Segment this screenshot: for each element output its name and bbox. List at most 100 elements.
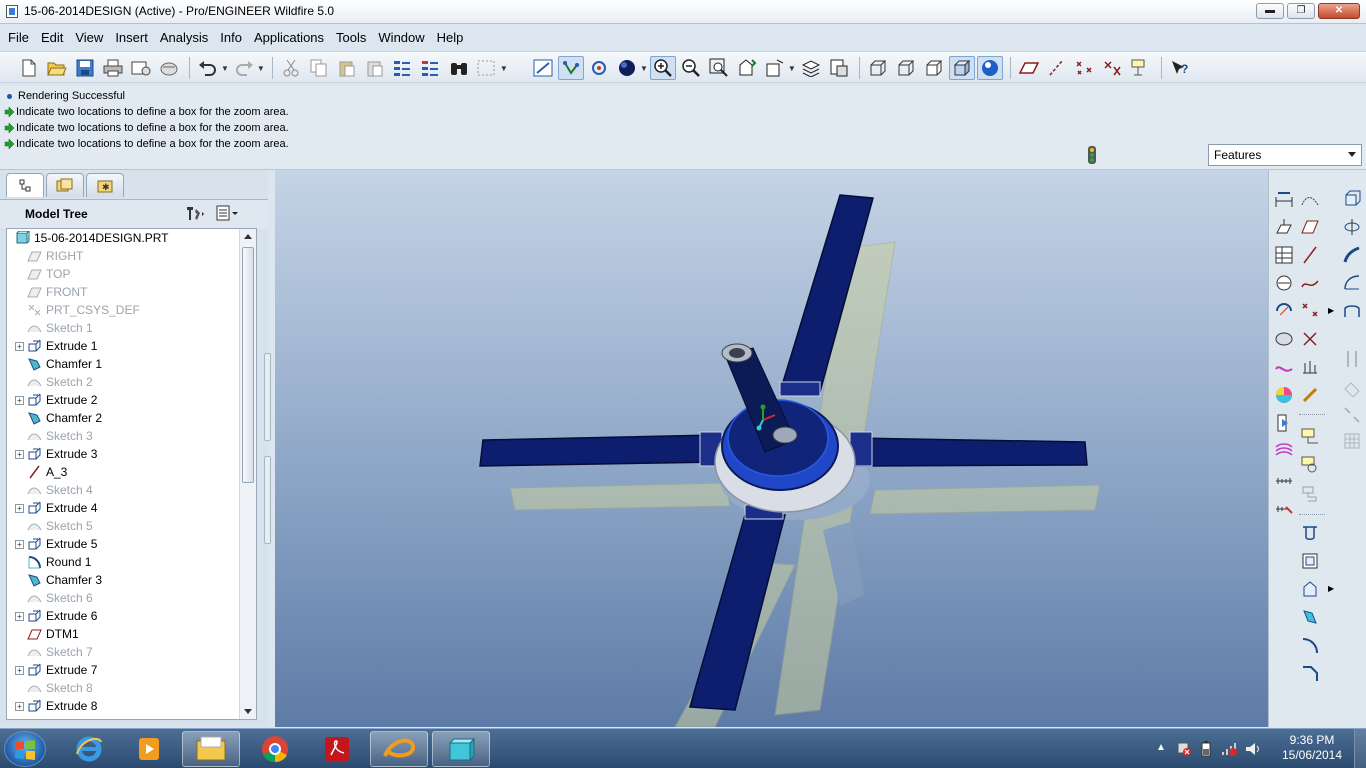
save-icon[interactable] [72,56,98,80]
menu-help[interactable]: Help [431,28,470,48]
context-help-icon[interactable]: ? [1167,56,1193,80]
redo-dropdown-icon[interactable]: ▼ [257,64,265,73]
expand-icon[interactable]: + [15,395,24,405]
splitter-grip[interactable] [264,456,271,544]
scroll-thumb[interactable] [242,247,254,483]
tree-item[interactable]: + Extrude 7 [7,661,239,679]
tree-item[interactable]: Sketch 4 [7,481,239,499]
expand-icon[interactable]: + [15,341,24,351]
graphics-window[interactable] [275,170,1268,727]
expand-icon[interactable]: + [15,611,24,621]
tree-item[interactable]: FRONT [7,283,239,301]
open-icon[interactable] [44,56,70,80]
menu-view[interactable]: View [69,28,109,48]
draft-icon[interactable] [1273,356,1295,378]
curve-icon[interactable] [1299,272,1321,294]
tree-item[interactable]: RIGHT [7,247,239,265]
sweep-icon[interactable] [1341,244,1363,266]
tree-item[interactable]: Sketch 3 [7,427,239,445]
refit-icon[interactable] [706,56,732,80]
orient-mode-icon[interactable] [586,56,612,80]
datum-planes-icon[interactable] [1016,56,1042,80]
sketch-icon[interactable] [1299,188,1321,210]
tree-item[interactable]: + Extrude 5 [7,535,239,553]
tree-item[interactable]: Chamfer 3 [7,571,239,589]
menu-insert[interactable]: Insert [109,28,154,48]
tab-favorites[interactable]: ✱ [86,173,124,197]
close-button[interactable]: ✕ [1318,3,1360,19]
saved-views-dropdown-icon[interactable]: ▼ [788,64,796,73]
tree-root[interactable]: 15-06-2014DESIGN.PRT [7,229,227,247]
enhanced-realism-icon[interactable] [976,56,1003,80]
tree-item[interactable]: Sketch 8 [7,679,239,697]
tree-item[interactable]: + Extrude 1 [7,337,239,355]
email-icon[interactable] [128,56,154,80]
tray-expand-icon[interactable]: ▲ [1156,742,1166,753]
section-icon[interactable] [1273,244,1295,266]
annotation-note-icon[interactable] [1299,454,1321,476]
find-icon[interactable] [446,56,472,80]
wireframe-icon[interactable] [865,56,891,80]
copy-icon[interactable] [306,56,332,80]
minimize-button[interactable]: ▬ [1256,3,1284,19]
tree-item[interactable]: PRT_CSYS_DEF [7,301,239,319]
measure-icon[interactable] [1273,468,1295,490]
blend-icon[interactable] [1341,272,1363,294]
tree-item[interactable]: Sketch 7 [7,643,239,661]
appearance-dropdown-icon[interactable]: ▼ [640,64,648,73]
thicken-icon[interactable] [1273,440,1295,462]
menu-analysis[interactable]: Analysis [154,28,214,48]
undo-icon[interactable] [195,56,221,80]
csys-icon[interactable] [1100,56,1126,80]
proe-icon[interactable] [370,731,428,767]
menu-file[interactable]: File [2,28,35,48]
shading-icon[interactable] [948,56,975,80]
extrude-icon[interactable] [1341,188,1363,210]
regenerate-manager-icon[interactable] [418,56,444,80]
clock[interactable]: 9:36 PM 15/06/2014 [1272,733,1352,763]
show-desktop-button[interactable] [1354,729,1366,768]
tree-item[interactable]: A_3 [7,463,239,481]
offset-icon[interactable] [1299,550,1321,572]
select-box-icon[interactable] [474,56,500,80]
tree-item[interactable]: Round 1 [7,553,239,571]
tree-item[interactable]: Sketch 1 [7,319,239,337]
tree-item[interactable]: Chamfer 2 [7,409,239,427]
tree-item[interactable]: Sketch 2 [7,373,239,391]
expand-icon[interactable]: + [15,539,24,549]
tree-item[interactable]: Sketch 6 [7,589,239,607]
annotation-element-icon[interactable] [1299,426,1321,448]
proe-window-icon[interactable] [432,731,490,767]
no-hidden-icon[interactable] [921,56,947,80]
annotations-icon[interactable] [1128,56,1154,80]
tree-item[interactable]: Sketch 5 [7,517,239,535]
tree-item[interactable]: Chamfer 1 [7,355,239,373]
mirror-icon[interactable] [1341,404,1363,426]
point-icon[interactable] [1299,300,1321,322]
email-link-icon[interactable] [156,56,182,80]
revolve-icon[interactable] [1341,216,1363,238]
start-button[interactable] [4,731,46,767]
datum-plane-tool-icon[interactable] [1273,216,1295,238]
spin-center-icon[interactable] [558,56,584,80]
tree-item[interactable]: + Extrude 8 [7,697,239,715]
expand-icon[interactable]: + [15,449,24,459]
intersect-icon[interactable] [1299,606,1321,628]
app-icon[interactable] [6,5,18,18]
paste-icon[interactable] [334,56,360,80]
filter-select[interactable]: Features [1208,144,1362,166]
internet-explorer-icon[interactable] [60,731,118,767]
chamfer-tool-icon[interactable] [1299,662,1321,684]
style-icon[interactable] [1341,348,1363,370]
battery-icon[interactable] [1200,741,1212,757]
volume-icon[interactable] [1244,741,1262,757]
point-dropdown-icon[interactable]: ▶ [1328,306,1334,315]
tree-item[interactable]: + Extrude 4 [7,499,239,517]
tree-item[interactable]: + Extrude 6 [7,607,239,625]
select-dropdown-icon[interactable]: ▼ [500,64,508,73]
solidify-icon[interactable] [1299,578,1321,600]
expand-icon[interactable]: + [15,665,24,675]
tree-item[interactable]: + Extrude 2 [7,391,239,409]
tab-model-tree[interactable] [6,173,44,197]
tree-item[interactable]: + Extrude 3 [7,445,239,463]
